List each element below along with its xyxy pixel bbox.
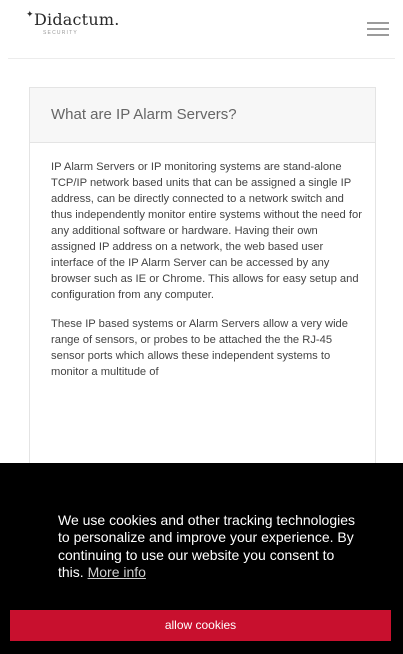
cookie-banner: We use cookies and other tracking techno… (0, 463, 403, 654)
menu-bar (367, 34, 389, 36)
hamburger-menu-icon[interactable] (367, 22, 389, 36)
header-divider (8, 58, 395, 59)
menu-bar (367, 22, 389, 24)
logo-star-icon: ✦ (26, 9, 34, 19)
card-header: What are IP Alarm Servers? (30, 88, 375, 143)
didactum-logo[interactable]: ✦ Didactum. SECURITY (26, 8, 146, 44)
logo-name: Didactum. (34, 10, 120, 29)
logo-subtitle: SECURITY (43, 30, 78, 36)
site-header: ✦ Didactum. SECURITY (0, 0, 403, 56)
menu-bar (367, 28, 389, 30)
cookie-message: We use cookies and other tracking techno… (58, 512, 358, 581)
card-paragraph: These IP based systems or Alarm Servers … (51, 318, 348, 378)
allow-cookies-button[interactable]: allow cookies (10, 610, 391, 641)
card-paragraph: IP Alarm Servers or IP monitoring system… (51, 161, 362, 301)
card-title: What are IP Alarm Servers? (51, 106, 237, 123)
card-body: IP Alarm Servers or IP monitoring system… (30, 143, 375, 380)
more-info-link[interactable]: More info (88, 564, 146, 580)
